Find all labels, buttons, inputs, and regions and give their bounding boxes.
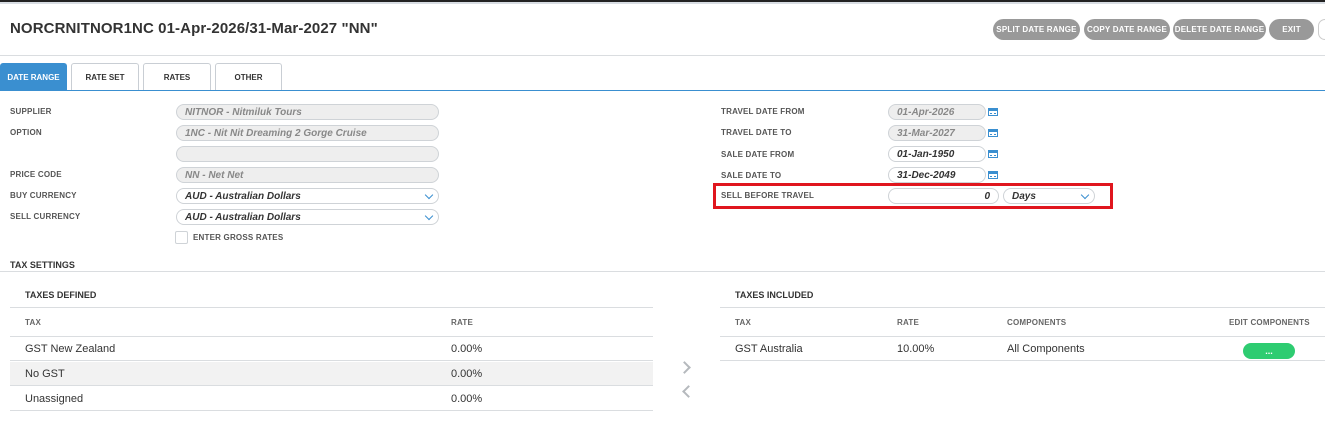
sale-to-label: SALE DATE TO (721, 171, 782, 180)
option-value: 1NC - Nit Nit Dreaming 2 Gorge Cruise (185, 127, 367, 139)
calendar-icon[interactable] (988, 106, 998, 116)
gross-rates-checkbox[interactable] (175, 231, 188, 244)
header-divider (0, 55, 1325, 56)
taxes-included-title: TAXES INCLUDED (735, 290, 814, 300)
taxes-defined-title: TAXES DEFINED (25, 290, 97, 300)
price-code-field: NN - Net Net (176, 167, 439, 183)
tax-name: No GST (25, 368, 65, 380)
tab-other[interactable]: OTHER (215, 63, 282, 91)
travel-from-value: 01-Apr-2026 (897, 106, 955, 118)
supplier-value: NITNOR - Nitmiluk Tours (185, 106, 302, 118)
move-right-icon[interactable] (678, 361, 691, 374)
tax-rate: 0.00% (451, 368, 483, 380)
table-row[interactable]: No GST 0.00% (10, 362, 653, 386)
option-field: 1NC - Nit Nit Dreaming 2 Gorge Cruise (176, 125, 439, 141)
included-edit-header: EDIT COMPONENTS (1229, 318, 1310, 327)
tax-rate: 10.00% (897, 343, 935, 355)
included-tax-header: TAX (735, 318, 752, 327)
travel-from-field: 01-Apr-2026 (888, 104, 986, 120)
included-components-header: COMPONENTS (1007, 318, 1067, 327)
tab-date-range[interactable]: DATE RANGE (0, 63, 67, 91)
tax-name: GST New Zealand (25, 343, 116, 355)
gross-rates-label: ENTER GROSS RATES (193, 233, 284, 242)
taxes-included-divider (720, 307, 1325, 308)
tax-components: All Components (1007, 343, 1085, 355)
price-code-value: NN - Net Net (185, 169, 244, 181)
tab-rate-set[interactable]: RATE SET (71, 63, 139, 91)
table-row[interactable]: GST Australia 10.00% All Components (720, 337, 1325, 361)
edit-components-button[interactable]: ... (1243, 343, 1295, 359)
travel-to-value: 31-Mar-2027 (897, 127, 955, 139)
buy-currency-select[interactable]: AUD - Australian Dollars (176, 188, 439, 204)
travel-to-field: 31-Mar-2027 (888, 125, 986, 141)
option-extra-field (176, 146, 439, 162)
tax-name: GST Australia (735, 343, 803, 355)
copy-date-range-button[interactable]: COPY DATE RANGE (1084, 19, 1170, 40)
tax-settings-title: TAX SETTINGS (10, 260, 75, 270)
chevron-down-icon (424, 211, 434, 221)
tax-rate: 0.00% (451, 393, 483, 405)
exit-button[interactable]: EXIT (1269, 19, 1314, 40)
calendar-icon[interactable] (988, 169, 998, 179)
page-title: NORCRNITNOR1NC 01-Apr-2026/31-Mar-2027 "… (10, 20, 378, 37)
sale-to-value: 31-Dec-2049 (897, 169, 956, 181)
price-code-label: PRICE CODE (10, 170, 62, 179)
sell-currency-label: SELL CURRENCY (10, 212, 81, 221)
buy-currency-label: BUY CURRENCY (10, 191, 77, 200)
included-rate-header: RATE (897, 318, 919, 327)
tab-rates[interactable]: RATES (143, 63, 211, 91)
table-row[interactable]: Unassigned 0.00% (10, 387, 653, 411)
sell-currency-select[interactable]: AUD - Australian Dollars (176, 209, 439, 225)
sale-from-label: SALE DATE FROM (721, 150, 795, 159)
calendar-icon[interactable] (988, 148, 998, 158)
taxes-defined-divider (10, 307, 653, 308)
defined-rate-header: RATE (451, 318, 473, 327)
sell-currency-value: AUD - Australian Dollars (185, 211, 301, 223)
supplier-field: NITNOR - Nitmiluk Tours (176, 104, 439, 120)
calendar-icon[interactable] (988, 127, 998, 137)
sale-from-value: 01-Jan-1950 (897, 148, 955, 160)
delete-date-range-button[interactable]: DELETE DATE RANGE (1173, 19, 1266, 40)
buy-currency-value: AUD - Australian Dollars (185, 190, 301, 202)
travel-from-label: TRAVEL DATE FROM (721, 107, 805, 116)
tax-rate: 0.00% (451, 343, 483, 355)
more-button[interactable] (1318, 19, 1325, 40)
highlight-box (713, 183, 1113, 209)
chevron-down-icon (424, 190, 434, 200)
sale-from-input[interactable]: 01-Jan-1950 (888, 146, 986, 162)
move-left-icon[interactable] (682, 385, 695, 398)
split-date-range-button[interactable]: SPLIT DATE RANGE (993, 19, 1080, 40)
defined-tax-header: TAX (25, 318, 42, 327)
sale-to-input[interactable]: 31-Dec-2049 (888, 167, 986, 183)
table-row[interactable]: GST New Zealand 0.00% (10, 337, 653, 361)
travel-to-label: TRAVEL DATE TO (721, 128, 792, 137)
tab-underline (0, 90, 1325, 91)
supplier-label: SUPPLIER (10, 107, 52, 116)
tax-name: Unassigned (25, 393, 84, 405)
tax-settings-divider (0, 271, 1325, 272)
top-strip (0, 0, 1325, 4)
option-label: OPTION (10, 128, 42, 137)
